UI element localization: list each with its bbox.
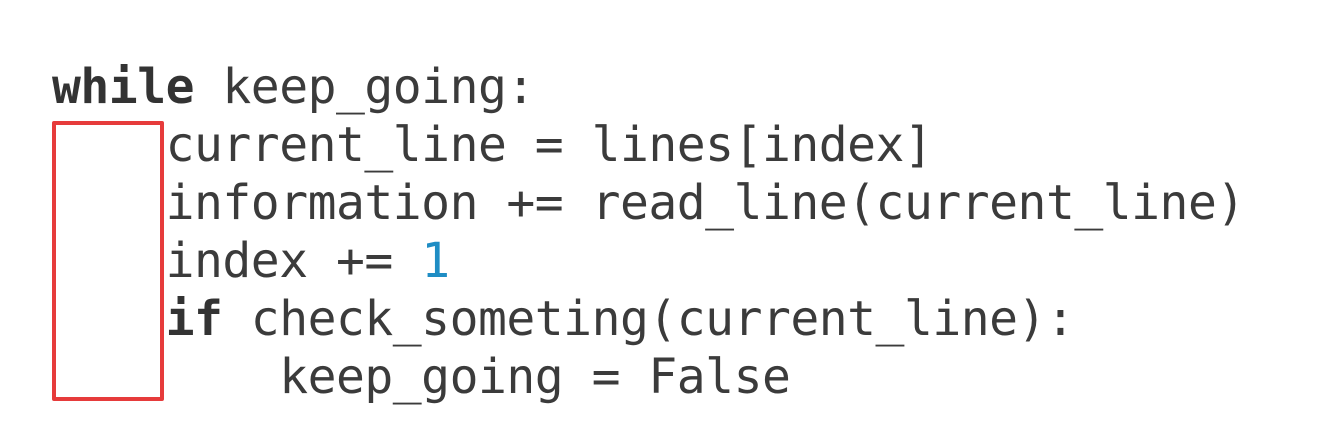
code-text: keep_going: <box>194 59 535 115</box>
indentation-highlight-box <box>52 121 164 401</box>
code-text: check_someting(current_line): <box>222 291 1075 347</box>
keyword-while: while <box>52 59 195 115</box>
code-text: current_line = lines[index] <box>165 117 933 173</box>
code-text: keep_going = False <box>279 349 791 405</box>
keyword-if: if <box>165 291 223 347</box>
number-literal: 1 <box>421 233 450 289</box>
code-view: while keep_going: current_line = lines[i… <box>0 0 1319 427</box>
code-line-2: current_line = lines[index] <box>52 116 933 174</box>
code-line-5: if check_someting(current_line): <box>52 290 1075 348</box>
code-text: index += <box>165 233 422 289</box>
code-text: information += read_line(current_line) <box>165 175 1246 231</box>
code-line-3: information += read_line(current_line) <box>52 174 1246 232</box>
code-line-1: while keep_going: <box>52 58 535 116</box>
